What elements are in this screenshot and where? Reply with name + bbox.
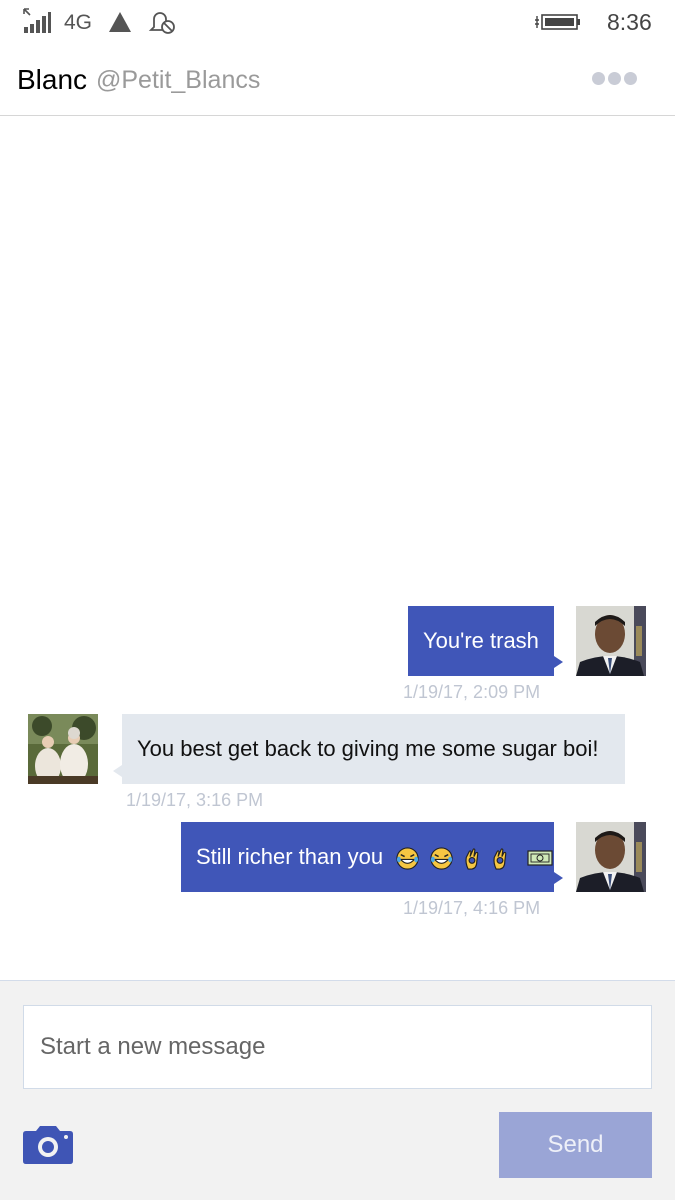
quiet-hours-bell-icon (148, 12, 175, 34)
bubble-tail (554, 656, 563, 668)
avatar-contact[interactable] (28, 714, 98, 784)
battery-icon (535, 14, 580, 30)
more-dots-icon[interactable] (592, 70, 644, 86)
send-button[interactable]: Send (499, 1112, 652, 1178)
laughing-tears-emoji (396, 847, 419, 870)
message-timestamp: 1/19/17, 4:16 PM (403, 898, 541, 918)
network-type: 4G (64, 11, 93, 34)
laughing-tears-emoji (430, 847, 453, 870)
compose-area: Send (0, 980, 675, 1200)
message-text: You're trash (423, 628, 539, 653)
warning-triangle-icon (109, 12, 131, 32)
contact-handle: @Petit_Blancs (96, 66, 261, 94)
bubble-tail (113, 765, 122, 777)
dollar-bill-emoji (527, 850, 553, 866)
message-timestamp: 1/19/17, 2:09 PM (403, 682, 541, 702)
signal-icon (23, 8, 51, 33)
ok-hand-emoji (465, 848, 479, 870)
message-input[interactable] (23, 1005, 652, 1089)
conversation-header: Blanc @Petit_Blancs (0, 46, 675, 116)
ok-hand-emoji (493, 848, 506, 870)
message-bubble-outgoing[interactable]: You're trash (408, 606, 554, 676)
message-bubble-outgoing[interactable]: Still richer than you (181, 822, 554, 892)
avatar-self[interactable] (576, 606, 646, 676)
message-bubble-incoming[interactable]: You best get back to giving me some suga… (122, 714, 625, 784)
message-thread[interactable]: You're trash 1/19/17, 2:09 PM You best g… (0, 117, 675, 979)
contact-name: Blanc (17, 64, 88, 95)
status-bar: 4G 8:36 (0, 0, 675, 46)
bubble-tail (554, 872, 563, 884)
message-text: Still richer than you (196, 844, 384, 869)
clock: 8:36 (607, 9, 652, 35)
message-text: You best get back to giving me some suga… (137, 736, 599, 761)
avatar-self[interactable] (576, 822, 646, 892)
camera-icon[interactable] (22, 1123, 74, 1165)
message-timestamp: 1/19/17, 3:16 PM (126, 790, 264, 810)
